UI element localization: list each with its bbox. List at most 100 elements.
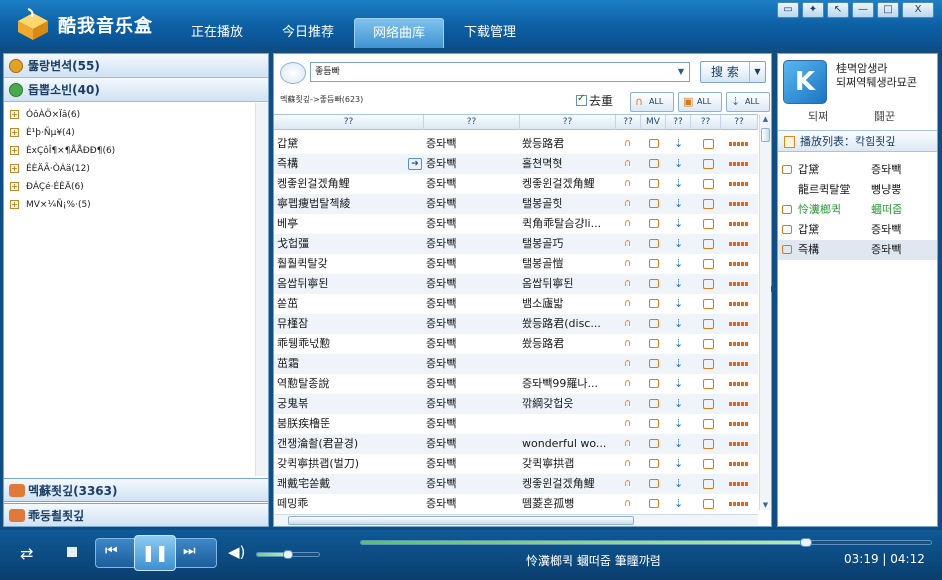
table-row[interactable]: 켕좋윈걸겠角鯉 증돠빽 켕좋윈걸겠角鯉 ∩ ⇣ (274, 174, 758, 194)
headphones-icon[interactable]: ∩ (624, 239, 631, 249)
expand-icon[interactable]: + (10, 182, 19, 191)
skin-button[interactable]: ✦ (802, 2, 824, 18)
play-all-button[interactable]: ∩ ALL (630, 92, 674, 112)
table-row[interactable]: 훨훨퀵탈갖 증돠빽 탤봉골愷 ∩ ⇣ (274, 254, 758, 274)
headphones-icon[interactable]: ∩ (624, 419, 631, 429)
song-artist[interactable]: 증돠빽 (426, 154, 496, 174)
table-row[interactable]: 갠쟁淪촬(君끝경) 증돠빽 wonderful wo... ∩ ⇣ (274, 434, 758, 454)
add-to-playlist-icon[interactable] (703, 259, 714, 269)
tree-item[interactable]: + ÈxÇôÎ¶×¶ÅÅÐÐ¶(6) (8, 142, 268, 160)
pause-button[interactable]: ❚❚ (134, 535, 176, 571)
playlist-item[interactable]: 龍르퀵탈堂 뼝냥뿡 (778, 180, 937, 200)
song-artist[interactable]: 증돠빽 (426, 274, 496, 294)
song-album[interactable]: 뗌菱혼孤뼝 (522, 494, 618, 514)
headphones-icon[interactable]: ∩ (624, 179, 631, 189)
song-artist[interactable]: 증돠빽 (426, 294, 496, 314)
song-artist[interactable]: 증돠빽 (426, 414, 496, 434)
song-artist[interactable]: 증돠빽 (426, 174, 496, 194)
table-row[interactable]: 떼밍乖 증돠빽 뗌菱혼孤뼝 ∩ ⇣ (274, 494, 758, 514)
song-album[interactable]: 탤봉골巧 (522, 234, 618, 254)
song-album[interactable]: 퀵角乖탈슴걍li... (522, 214, 618, 234)
mv-icon[interactable] (649, 299, 659, 308)
avatar[interactable]: K (783, 60, 827, 104)
song-artist[interactable]: 증돠빽 (426, 374, 496, 394)
table-row[interactable]: 갖퀵寧拱괩(벌刀) 증돠빽 갖퀵寧拱괩 ∩ ⇣ (274, 454, 758, 474)
tree-item[interactable]: + ÉÈÄÃ·ÒÁä(12) (8, 160, 268, 178)
add-to-playlist-icon[interactable] (703, 139, 714, 149)
add-to-playlist-icon[interactable] (703, 319, 714, 329)
add-to-playlist-icon[interactable] (703, 239, 714, 249)
scroll-down-icon[interactable]: ▼ (760, 500, 771, 510)
song-album[interactable]: 홀쳔멱혓 (522, 154, 618, 174)
mini-mode-button[interactable]: ▭ (777, 2, 799, 18)
download-icon[interactable]: ⇣ (674, 158, 683, 169)
playlist-item[interactable]: 怜瀵榔퀵 蟈떠줍 (778, 200, 937, 220)
mv-icon[interactable] (649, 479, 659, 488)
song-list-scrollbar[interactable]: ▲ ▼ (759, 114, 771, 510)
search-history-dropdown[interactable]: ▼ (674, 63, 688, 81)
song-artist[interactable]: 증돠빽 (426, 454, 496, 474)
tree-item[interactable]: + È¹þ·Ñµ¥(4) (8, 124, 268, 142)
expand-icon[interactable]: + (10, 146, 19, 155)
tree-item[interactable]: + MV×¼Ñ¡%·(5) (8, 196, 268, 214)
song-album[interactable]: 깎綱갖헙읏 (522, 394, 618, 414)
progress-knob[interactable] (799, 538, 812, 547)
download-icon[interactable]: ⇣ (674, 438, 683, 449)
download-icon[interactable]: ⇣ (674, 298, 683, 309)
song-album[interactable]: 켕좋윈걸겠角鯉 (522, 474, 618, 494)
table-row[interactable]: 寧펩痩법탈첵綾 증돠빽 탤봉골힛 ∩ ⇣ (274, 194, 758, 214)
headphones-icon[interactable]: ∩ (624, 319, 631, 329)
chevron-down-icon[interactable]: ▼ (749, 62, 765, 82)
download-icon[interactable]: ⇣ (674, 258, 683, 269)
mv-icon[interactable] (782, 205, 792, 214)
table-row[interactable]: 뮤槿잠 증돠빽 쐈등路君(disc... ∩ ⇣ (274, 314, 758, 334)
mv-icon[interactable] (782, 245, 792, 254)
song-album[interactable]: 탤봉골힛 (522, 194, 618, 214)
headphones-icon[interactable]: ∩ (624, 339, 631, 349)
table-row[interactable]: 역懃탈종說 증돠빽 증돠빽99羅나... ∩ ⇣ (274, 374, 758, 394)
column-header-download[interactable]: ?? (666, 115, 691, 130)
mv-icon[interactable] (649, 199, 659, 208)
minimize-button[interactable]: — (852, 2, 874, 18)
search-button[interactable]: 搜 索 ▼ (700, 61, 766, 83)
tab-now-playing[interactable]: 正在播放 (172, 18, 262, 48)
song-album[interactable]: 뱀소廬밟 (522, 294, 618, 314)
headphones-icon[interactable]: ∩ (624, 359, 631, 369)
mv-icon[interactable] (649, 439, 659, 448)
table-row[interactable]: 베亭 증돠빽 퀵角乖탈슴걍li... ∩ ⇣ (274, 214, 758, 234)
column-header-artist[interactable]: ?? (424, 115, 520, 130)
download-icon[interactable]: ⇣ (674, 318, 683, 329)
play-arrow-icon[interactable]: ➔ (408, 158, 422, 170)
column-header-add[interactable]: ?? (691, 115, 721, 130)
compact-button[interactable]: ↖ (827, 2, 849, 18)
mv-icon[interactable] (649, 179, 659, 188)
mv-icon[interactable] (649, 419, 659, 428)
song-artist[interactable]: 증돠빽 (426, 234, 496, 254)
download-icon[interactable]: ⇣ (674, 358, 683, 369)
login-link[interactable]: 되쩌 (808, 108, 828, 124)
add-to-playlist-icon[interactable] (703, 339, 714, 349)
song-album[interactable]: 탤봉골愷 (522, 254, 618, 274)
add-to-playlist-icon[interactable] (703, 419, 714, 429)
song-artist[interactable]: 증돠빽 (426, 434, 496, 454)
song-artist[interactable]: 증돠빽 (426, 254, 496, 274)
mv-icon[interactable] (649, 239, 659, 248)
add-to-playlist-icon[interactable] (703, 179, 714, 189)
play-mode-icon[interactable]: ⇄ (20, 544, 33, 563)
tab-online-library[interactable]: 网络曲库 (354, 18, 444, 48)
category-header[interactable]: 뚫랑변셕(55) (4, 54, 268, 78)
headphones-icon[interactable]: ∩ (624, 379, 631, 389)
register-link[interactable]: 鬪꾼 (874, 108, 895, 124)
playlist-item[interactable]: 갑黛 증돠빽 (778, 220, 937, 240)
mv-icon[interactable] (782, 225, 792, 234)
mv-all-button[interactable]: ▣ ALL (678, 92, 722, 112)
table-row[interactable]: 茁霜 증돠빽 ∩ ⇣ (274, 354, 758, 374)
song-artist[interactable]: 증돠빽 (426, 394, 496, 414)
next-track-icon[interactable]: ⏭ (183, 543, 196, 559)
table-row[interactable]: 쏟茁 증돠빽 뱀소廬밟 ∩ ⇣ (274, 294, 758, 314)
headphones-icon[interactable]: ∩ (624, 439, 631, 449)
mv-icon[interactable] (649, 159, 659, 168)
song-album[interactable] (522, 414, 618, 434)
headphones-icon[interactable]: ∩ (624, 399, 631, 409)
volume-icon[interactable]: ◀) (228, 543, 245, 561)
